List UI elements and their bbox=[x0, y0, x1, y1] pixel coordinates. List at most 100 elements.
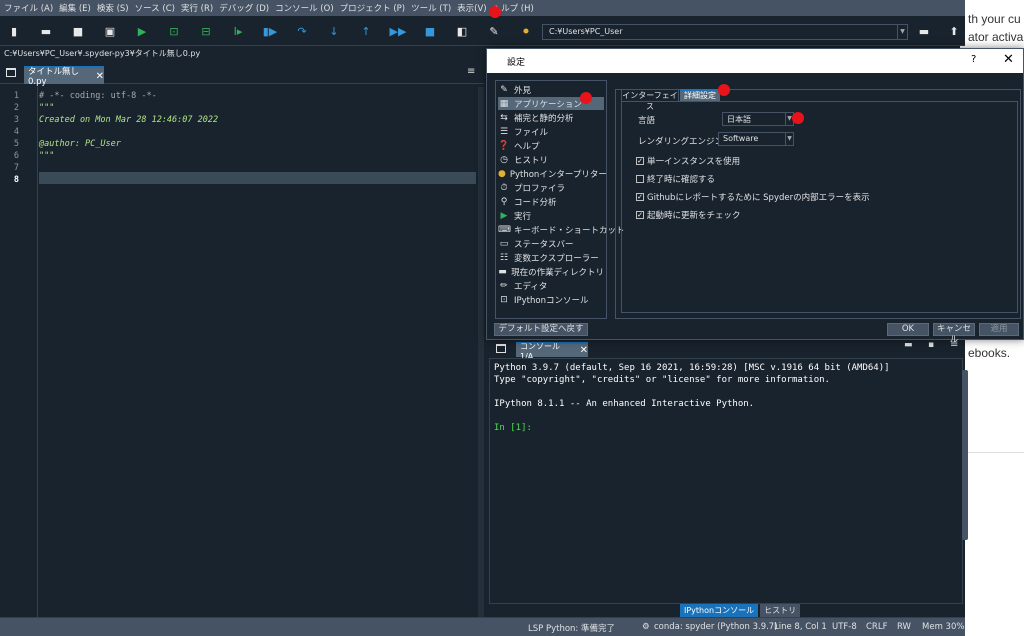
single-instance-checkbox[interactable]: ✓ 単一インスタンスを使用 bbox=[636, 155, 740, 167]
line-number-current: 8 bbox=[13, 175, 19, 185]
menu-debug[interactable]: デバッグ (D) bbox=[219, 2, 269, 14]
checkbox-checked-icon[interactable]: ✓ bbox=[636, 211, 644, 219]
dialog-title-bar: 設定 ? ✕ bbox=[487, 49, 1023, 73]
render-engine-select[interactable]: Software ▼ bbox=[718, 132, 794, 146]
step-icon[interactable]: ↷ bbox=[294, 23, 310, 39]
tab-advanced-settings[interactable]: 詳細設定 bbox=[680, 89, 720, 101]
background-text-line: ator activa bbox=[968, 30, 1024, 44]
line-number-gutter: 1 2 3 4 5 6 7 8 bbox=[0, 87, 38, 617]
keyboard-icon: ⌨ bbox=[498, 224, 511, 235]
debug-icon[interactable]: ▮▶ bbox=[262, 23, 278, 39]
stop-icon[interactable]: ■ bbox=[422, 23, 438, 39]
background-text-line: ebooks. bbox=[968, 346, 1011, 360]
checkbox-unchecked-icon[interactable] bbox=[636, 175, 644, 183]
maximize-pane-icon[interactable]: ◧ bbox=[454, 23, 470, 39]
menu-source[interactable]: ソース (C) bbox=[135, 2, 175, 14]
nav-item-ipython-console[interactable]: ⊡ IPythonコンソール bbox=[498, 293, 604, 306]
undock-icon[interactable]: ▪ bbox=[928, 340, 934, 350]
minimize-icon[interactable]: ▬ bbox=[904, 340, 913, 350]
language-select[interactable]: 日本語 ▼ bbox=[722, 112, 794, 126]
save-all-icon[interactable]: ▣ bbox=[102, 23, 118, 39]
nav-item-keyboard-shortcuts[interactable]: ⌨ キーボード・ショートカット bbox=[498, 223, 625, 236]
ipython-console[interactable]: Python 3.9.7 (default, Sep 16 2021, 16:5… bbox=[489, 358, 963, 604]
python-icon: ● bbox=[498, 168, 506, 179]
checkbox-checked-icon[interactable]: ✓ bbox=[636, 193, 644, 201]
menu-view[interactable]: 表示(V) bbox=[457, 2, 486, 14]
editor-scrollbar[interactable] bbox=[478, 87, 484, 617]
status-bar: LSP Python: 準備完了 ⚙ conda: spyder (Python… bbox=[0, 617, 965, 636]
reset-defaults-button[interactable]: デフォルト設定へ戻す bbox=[494, 323, 588, 336]
wrench-icon[interactable]: ✎ bbox=[486, 23, 502, 39]
run-selection-icon[interactable]: I▸ bbox=[230, 23, 246, 39]
chevron-down-icon[interactable]: ▼ bbox=[897, 25, 907, 39]
menu-console[interactable]: コンソール (O) bbox=[275, 2, 334, 14]
menu-project[interactable]: プロジェクト (P) bbox=[340, 2, 405, 14]
step-into-icon[interactable]: ↓ bbox=[326, 23, 342, 39]
new-file-icon[interactable]: ▮ bbox=[6, 23, 22, 39]
annotation-marker bbox=[792, 112, 804, 124]
options-menu-icon[interactable]: ≡ bbox=[467, 66, 475, 77]
console-line: Type "copyright", "credits" or "license"… bbox=[494, 375, 830, 385]
editor-tab[interactable]: タイトル無し0.py ✕ bbox=[24, 66, 104, 87]
report-errors-checkbox[interactable]: ✓ Githubにレポートするために Spyderの内部エラーを表示 bbox=[636, 191, 870, 203]
confirm-exit-checkbox[interactable]: 終了時に確認する bbox=[636, 173, 715, 185]
working-directory-value: C:¥Users¥PC_User bbox=[549, 27, 623, 36]
history-icon: ◷ bbox=[500, 154, 508, 165]
code-line: @author: PC_User bbox=[39, 139, 121, 149]
conda-status: conda: spyder (Python 3.9.7) bbox=[654, 622, 778, 632]
menu-tools[interactable]: ツール (T) bbox=[411, 2, 451, 14]
tab-history[interactable]: ヒストリ bbox=[760, 604, 801, 617]
background-divider bbox=[960, 452, 1024, 453]
profiler-icon: ⏱ bbox=[500, 182, 508, 193]
nav-item-code-analysis[interactable]: ⚲ コード分析 bbox=[498, 195, 604, 208]
nav-item-files[interactable]: ☰ ファイル bbox=[498, 125, 604, 138]
browse-folder-icon[interactable]: ▬ bbox=[916, 23, 932, 39]
close-icon[interactable]: ✕ bbox=[580, 345, 588, 356]
help-button[interactable]: ? bbox=[971, 54, 976, 65]
continue-icon[interactable]: ▶▶ bbox=[390, 23, 407, 39]
menu-file[interactable]: ファイル (A) bbox=[4, 2, 53, 14]
nav-item-python-interpreter[interactable]: ● Pythonインタープリター bbox=[498, 167, 607, 180]
python-icon[interactable]: ⚫ bbox=[518, 23, 534, 39]
editor-file-path: C:¥Users¥PC_User¥.spyder-py3¥タイトル無し0.py bbox=[4, 49, 201, 58]
menu-run[interactable]: 実行 (R) bbox=[181, 2, 213, 14]
run-icon[interactable]: ▶ bbox=[134, 23, 150, 39]
chevron-down-icon[interactable]: ▼ bbox=[785, 133, 793, 145]
conda-gear-icon: ⚙ bbox=[642, 622, 650, 632]
checkbox-checked-icon[interactable]: ✓ bbox=[636, 157, 644, 165]
cancel-button[interactable]: キャンセル bbox=[933, 323, 975, 345]
close-icon[interactable]: ✕ bbox=[96, 71, 104, 82]
console-tab[interactable]: コンソール 1/A ✕ bbox=[516, 342, 588, 361]
close-button[interactable]: ✕ bbox=[1003, 52, 1014, 67]
nav-item-statusbar[interactable]: ▭ ステータスバー bbox=[498, 237, 604, 250]
step-return-icon[interactable]: ↑ bbox=[358, 23, 374, 39]
open-icon[interactable]: ▬ bbox=[38, 23, 54, 39]
nav-item-editor[interactable]: ✏ エディタ bbox=[498, 279, 604, 292]
code-editor[interactable]: # -*- coding: utf-8 -*- """ Created on M… bbox=[39, 87, 477, 617]
nav-item-variable-explorer[interactable]: ☷ 変数エクスプローラー bbox=[498, 251, 604, 264]
line-number: 5 bbox=[13, 139, 19, 149]
nav-item-history[interactable]: ◷ ヒストリ bbox=[498, 153, 604, 166]
browse-tabs-icon[interactable] bbox=[6, 68, 16, 77]
code-line: """ bbox=[39, 151, 55, 161]
working-directory-combo[interactable]: C:¥Users¥PC_User ▼ bbox=[542, 24, 908, 40]
console-scrollbar[interactable] bbox=[962, 370, 968, 540]
nav-item-completion[interactable]: ⇆ 補完と静的分析 bbox=[498, 111, 604, 124]
nav-item-help[interactable]: ❓ ヘルプ bbox=[498, 139, 604, 152]
nav-item-working-directory[interactable]: ▬ 現在の作業ディレクトリ bbox=[498, 265, 604, 278]
check-updates-checkbox[interactable]: ✓ 起動時に更新をチェック bbox=[636, 209, 741, 221]
ok-button[interactable]: OK bbox=[887, 323, 929, 336]
browse-tabs-icon[interactable] bbox=[496, 344, 506, 353]
tab-ipython-console[interactable]: IPythonコンソール bbox=[680, 604, 759, 617]
nav-item-run[interactable]: ▶ 実行 bbox=[498, 209, 604, 222]
tab-interface[interactable]: インターフェイス bbox=[621, 89, 679, 111]
menu-search[interactable]: 検索 (S) bbox=[97, 2, 129, 14]
run-cell-advance-icon[interactable]: ⊟ bbox=[198, 23, 214, 39]
menu-edit[interactable]: 編集 (E) bbox=[59, 2, 91, 14]
run-cell-icon[interactable]: ⊡ bbox=[166, 23, 182, 39]
save-icon[interactable]: ■ bbox=[70, 23, 86, 39]
splitter-handle[interactable] bbox=[609, 80, 613, 319]
parent-directory-icon[interactable]: ⬆ bbox=[946, 23, 962, 39]
nav-item-profiler[interactable]: ⏱ プロファイラ bbox=[498, 181, 604, 194]
apply-button[interactable]: 適用 bbox=[979, 323, 1019, 336]
